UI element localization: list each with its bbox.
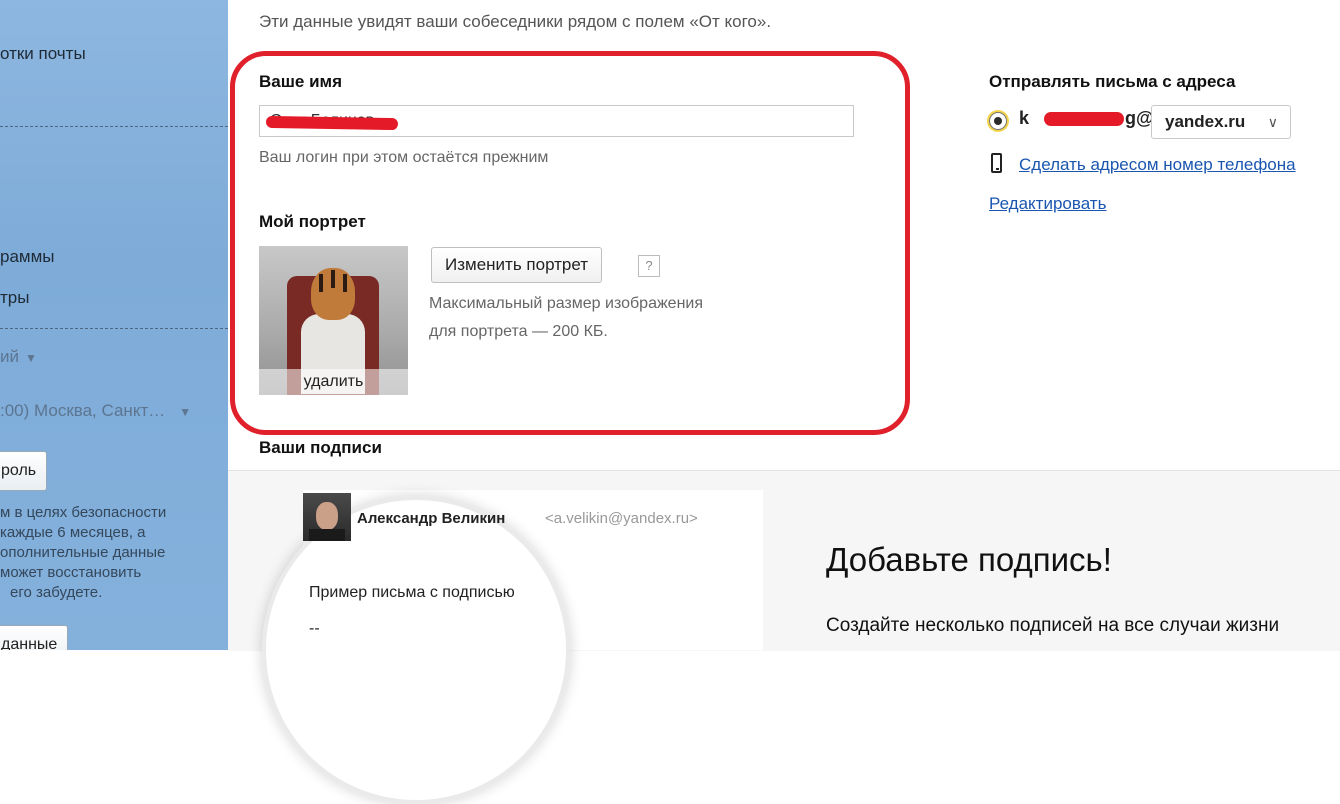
login-hint: Ваш логин при этом остаётся прежним <box>259 149 549 166</box>
sender-avatar <box>303 493 351 541</box>
sidebar-item-filters[interactable]: тры <box>0 288 29 308</box>
domain-select[interactable]: yandex.ru ∨ <box>1151 105 1291 139</box>
address-radio[interactable] <box>989 112 1007 130</box>
magnifier-lens <box>262 496 570 804</box>
security-note: м в целях безопасности каждые 6 месяцев,… <box>0 503 220 603</box>
triangle-down-icon: ▼ <box>25 351 37 365</box>
security-note-line: может восстановить <box>0 564 142 581</box>
security-note-line: ополнительные данные <box>0 544 166 561</box>
sender-name: Александр Великин <box>357 510 506 527</box>
help-question-icon[interactable]: ? <box>638 255 660 277</box>
login-suffix: g@ <box>1125 108 1154 128</box>
name-input[interactable]: Олег Белинов <box>259 105 854 137</box>
security-note-line: м в целях безопасности <box>0 504 167 521</box>
chevron-down-icon: ∨ <box>1267 114 1278 130</box>
security-note-line: каждые 6 месяцев, а <box>0 524 146 541</box>
portrait-hint-line: Максимальный размер изображения <box>429 295 703 312</box>
portrait-size-hint: Максимальный размер изображения для порт… <box>429 290 703 346</box>
security-note-line: его забудете. <box>10 584 103 601</box>
change-portrait-button[interactable]: Изменить портрет <box>431 247 603 283</box>
settings-sidebar: отки почты раммы тры ий ▼ :00) Москва, Са… <box>0 0 228 650</box>
domain-value: yandex.ru <box>1165 112 1246 131</box>
login-prefix: k <box>1019 108 1030 128</box>
signature-separator: -- <box>309 620 320 637</box>
language-select-value: ий <box>0 347 19 366</box>
sidebar-item-mail-settings[interactable]: отки почты <box>0 44 86 64</box>
example-letter-text: Пример письма с подписью <box>309 584 515 601</box>
personal-data-button[interactable]: данные <box>0 625 69 650</box>
promo-text: Создайте несколько подписей на все случа… <box>826 615 1280 636</box>
portrait-image: удалить <box>259 246 408 395</box>
redaction-scribble <box>1044 112 1124 126</box>
change-password-button[interactable]: роль <box>0 451 48 491</box>
promo-title: Добавьте подпись! <box>826 541 1112 578</box>
language-select[interactable]: ий ▼ <box>0 347 37 367</box>
send-from-label: Отправлять письма с адреса <box>989 72 1236 91</box>
portrait-label: Мой портрет <box>259 212 366 231</box>
portrait-tiger-head <box>311 268 355 320</box>
phone-icon <box>991 153 1002 173</box>
signatures-label: Ваши подписи <box>259 438 382 457</box>
sender-email: <a.velikin@yandex.ru> <box>545 510 698 527</box>
portrait-hint-line: для портрета — 200 КБ. <box>429 323 608 340</box>
sidebar-divider <box>0 328 228 329</box>
redaction-scribble <box>265 115 399 131</box>
timezone-select[interactable]: :00) Москва, Санкт… ▼ <box>0 401 191 421</box>
sidebar-divider <box>0 126 228 127</box>
timezone-select-value: :00) Москва, Санкт… <box>0 401 166 420</box>
edit-link[interactable]: Редактировать <box>989 194 1106 214</box>
name-label: Ваше имя <box>259 72 343 91</box>
delete-portrait-button[interactable]: удалить <box>259 369 408 395</box>
triangle-down-icon: ▼ <box>179 405 192 419</box>
sidebar-item-programs[interactable]: раммы <box>0 247 55 267</box>
intro-text: Эти данные увидят ваши собеседники рядом… <box>259 12 772 31</box>
phone-address-link[interactable]: Сделать адресом номер телефона <box>1019 155 1296 175</box>
